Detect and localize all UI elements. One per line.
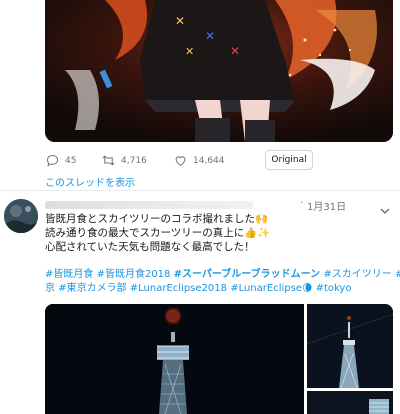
- svg-text:✕: ✕: [175, 14, 185, 28]
- hashtag[interactable]: #スーパーブルーブラッドムーン: [174, 269, 321, 280]
- hashtag[interactable]: 京: [45, 283, 55, 294]
- tweet-header: · 1月31日: [45, 198, 390, 214]
- retweet-action[interactable]: 4,716: [101, 153, 147, 168]
- svg-text:✕: ✕: [185, 45, 194, 58]
- original-button[interactable]: Original: [265, 150, 313, 170]
- hashtag[interactable]: #LunarEclipse🌘: [230, 283, 312, 294]
- tweet-date[interactable]: 1月31日: [307, 198, 346, 213]
- hashtag[interactable]: #東京カメラ部: [58, 283, 126, 294]
- hashtags: #皆既月食 #皆既月食2018 #スーパーブルーブラッドムーン #スカイツリー …: [45, 268, 400, 296]
- hashtag[interactable]: #皆既月食: [45, 269, 93, 280]
- reply-icon: [46, 154, 59, 167]
- tweet-text-line: 読み通り食の最大でスカーツリーの真上に👍✨: [45, 227, 271, 239]
- tweet-text-line: 心配されていた天気も問題なく最高でした！: [45, 241, 255, 253]
- like-action[interactable]: 14,644: [173, 153, 225, 168]
- show-thread-link[interactable]: このスレッドを表示: [45, 174, 135, 189]
- media-photo-tower-closeup[interactable]: [307, 391, 393, 414]
- reply-action[interactable]: 45: [45, 153, 76, 168]
- svg-text:✕: ✕: [205, 29, 215, 43]
- hashtag[interactable]: #LunarEclipse2018: [130, 283, 227, 294]
- username-blurred[interactable]: [45, 201, 253, 209]
- tweet-text: 皆既月食とスカイツリーのコラボ撮れました🙌 読み通り食の最大でスカーツリーの真上…: [45, 212, 390, 254]
- hashtag[interactable]: #皆既月食2018: [97, 269, 171, 280]
- avatar[interactable]: [4, 199, 38, 233]
- retweet-icon: [102, 155, 115, 166]
- hashtag[interactable]: #tokyo: [316, 283, 352, 294]
- retweet-count: 4,716: [121, 155, 147, 166]
- separator-dot: ·: [300, 198, 304, 209]
- hashtag[interactable]: #東: [395, 269, 400, 280]
- previous-tweet-image[interactable]: ✕ ✕ ✕ ✕: [45, 0, 393, 142]
- hashtag[interactable]: #スカイツリー: [323, 269, 391, 280]
- svg-text:✕: ✕: [230, 44, 240, 58]
- tweet-divider: [0, 190, 400, 191]
- reply-count: 45: [65, 155, 77, 166]
- tweet-media: [45, 304, 393, 414]
- like-count: 14,644: [193, 155, 225, 166]
- media-photo-tower-night[interactable]: [307, 304, 393, 388]
- tweet-text-line: 皆既月食とスカイツリーのコラボ撮れました🙌: [45, 213, 269, 225]
- like-icon: [175, 156, 186, 167]
- media-photo-eclipse[interactable]: [45, 304, 304, 414]
